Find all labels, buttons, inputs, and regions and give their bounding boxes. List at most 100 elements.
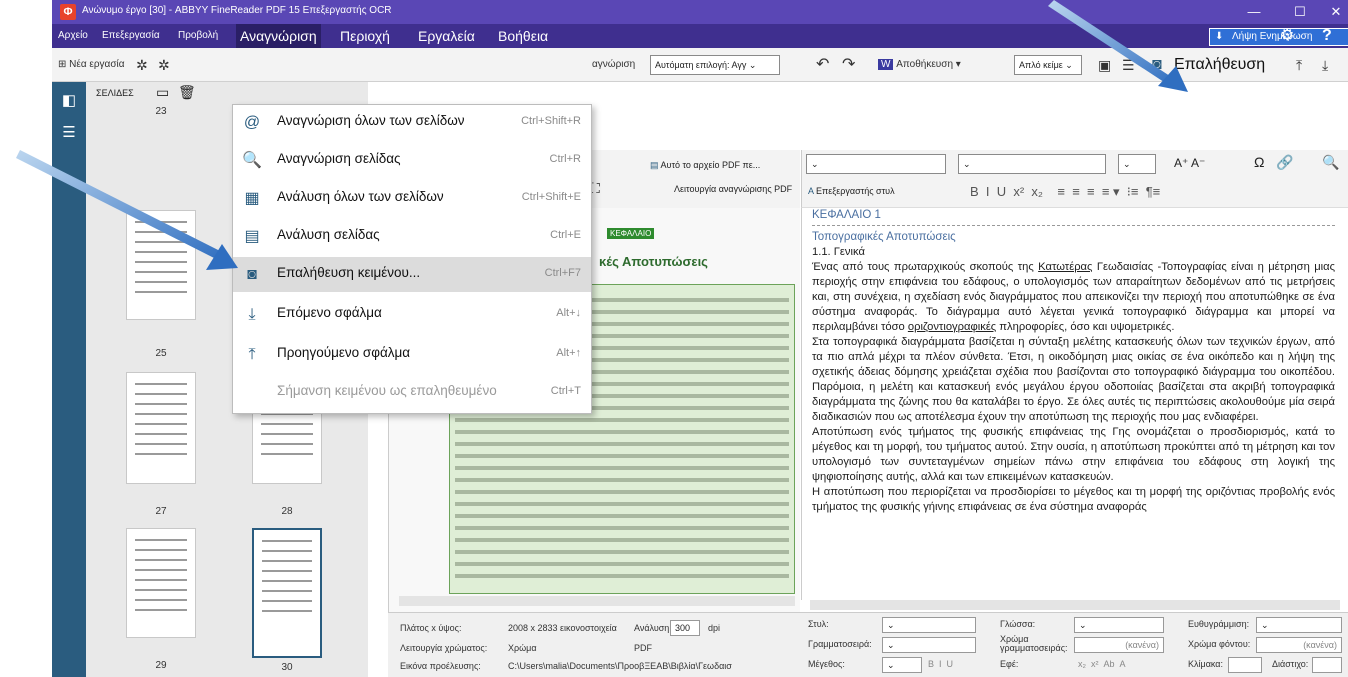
effects-buttons[interactable]: x₂ x² Ab A <box>1078 659 1126 669</box>
save-button[interactable]: W Αποθήκευση ▾ <box>878 55 961 75</box>
maximize-button[interactable]: ☐ <box>1286 2 1314 22</box>
scale-field[interactable] <box>1228 657 1262 673</box>
p1-underlined-2: οριζοντιογραφικές <box>907 321 997 333</box>
title-bar: Φ Ανώνυμο έργο [30] - ABBYY FineReader P… <box>52 0 1348 24</box>
image-hscrollbar[interactable] <box>399 596 795 606</box>
pdf-mode-button[interactable]: Λειτουργία αναγνώρισης PDF <box>674 184 792 194</box>
menu-area[interactable]: Περιοχή <box>340 24 390 48</box>
menu-item-previous-error[interactable]: ⤒ Προηγούμενο σφάλμα Alt+↑ <box>233 337 591 372</box>
style-editor-button[interactable]: A Επεξεργαστής στυλ <box>808 186 895 196</box>
language-field[interactable]: ⌄ <box>1074 617 1164 633</box>
next-error-icon[interactable]: ⤒ <box>1296 55 1302 75</box>
size-dropdown[interactable]: ⌄ <box>1118 154 1156 174</box>
to-pdf-button[interactable]: ▤ Αυτό το αρχείο PDF πε... <box>650 160 760 171</box>
menu-item-mark-verified[interactable]: Σήμανση κειμένου ως επαληθευμένο Ctrl+T <box>233 375 591 410</box>
resolution-label: Ανάλυση: <box>634 623 672 633</box>
settings-gear-icon[interactable]: ⚙ <box>1280 24 1294 48</box>
p1-underlined: Κατωτέρας <box>1038 261 1093 273</box>
pages-panel-icon[interactable]: ◧ <box>60 92 78 110</box>
page-number: 29 <box>155 660 167 671</box>
download-icon: ⬇ <box>1215 31 1224 42</box>
style-field[interactable]: ⌄ <box>882 617 976 633</box>
format-dropdown[interactable]: Απλό κείμε ⌄ <box>1014 55 1082 75</box>
language-dropdown[interactable]: Αυτόματη επιλογή: Αγγ ⌄ <box>650 55 780 75</box>
background-color-label: Χρώμα φόντου: <box>1188 639 1251 649</box>
menu-recognition[interactable]: Αναγνώριση <box>236 24 321 48</box>
menu-item-verify-text[interactable]: ◙ Επαλήθευση κειμένου... Ctrl+F7 <box>233 257 591 292</box>
menu-item-shortcut: Ctrl+F7 <box>544 267 581 279</box>
new-task-label: Νέα εργασία <box>69 59 125 70</box>
prev-error-icon[interactable]: ⤓ <box>1322 55 1328 75</box>
page-thumbnail[interactable] <box>126 528 196 638</box>
color-mode-value: Χρώμα <box>508 643 537 653</box>
menu-item-label: Ανάλυση σελίδας <box>277 227 380 242</box>
help-icon[interactable]: ? <box>1322 24 1332 48</box>
undo-icon[interactable]: ↶ <box>816 55 829 75</box>
menu-help[interactable]: Βοήθεια <box>498 24 548 48</box>
redo-icon[interactable]: ↷ <box>842 55 855 75</box>
format-value: Απλό κείμε <box>1019 60 1063 70</box>
paragraph-4: Η αποτύπωση που περιορίζεται να προσδιορ… <box>812 486 1335 513</box>
save-pages-icon[interactable]: ▭ <box>156 84 169 101</box>
link-icon[interactable]: 🔗 <box>1276 154 1293 171</box>
font-color-label: Χρώμα γραμματοσειράς: <box>1000 634 1068 653</box>
font-field[interactable]: ⌄ <box>882 637 976 653</box>
find-icon[interactable]: 🔍 <box>1322 154 1339 171</box>
image-view-icon[interactable]: ▣ <box>1098 55 1111 75</box>
next-error-icon: ⤓ <box>248 306 256 323</box>
alignment-field[interactable]: ⌄ <box>1256 617 1342 633</box>
previous-error-icon: ⤒ <box>248 346 256 363</box>
new-task-button[interactable]: ⊞ Νέα εργασία <box>58 55 125 75</box>
menu-item-recognize-page[interactable]: 🔍 Αναγνώριση σελίδας Ctrl+R <box>233 143 591 178</box>
page-thumbnail[interactable] <box>126 210 196 320</box>
chapter-tag: ΚΕΦΑΛΑΙΟ <box>607 228 655 239</box>
menu-item-next-error[interactable]: ⤓ Επόμενο σφάλμα Alt+↓ <box>233 297 591 332</box>
special-char-icon[interactable]: Ω <box>1254 154 1264 170</box>
minimize-button[interactable]: — <box>1240 2 1268 22</box>
menu-item-analyze-page[interactable]: ▤ Ανάλυση σελίδας Ctrl+E <box>233 219 591 254</box>
font-size-field[interactable]: ⌄ <box>882 657 922 673</box>
settings-icon[interactable]: ✲ <box>136 55 148 75</box>
menu-item-analyze-all[interactable]: ▦ Ανάλυση όλων των σελίδων Ctrl+Shift+E <box>233 181 591 216</box>
menu-file[interactable]: Αρχείο <box>58 24 88 48</box>
settings2-icon[interactable]: ✲ <box>158 55 170 75</box>
menu-edit[interactable]: Επεξεργασία <box>102 24 160 48</box>
analyze-all-icon: ▦ <box>244 190 260 207</box>
menu-tools[interactable]: Εργαλεία <box>418 24 475 48</box>
color-mode-label: Λειτουργία χρώματος: <box>400 643 488 653</box>
delete-icon[interactable]: 🗑 <box>178 84 196 101</box>
text-hscrollbar[interactable] <box>810 600 1340 610</box>
menu-item-recognize-all[interactable]: @ Αναγνώριση όλων των σελίδων Ctrl+Shift… <box>233 105 591 140</box>
pages-header: ΣΕΛΙΔΕΣ ▭ 🗑 <box>86 82 368 104</box>
background-color-field[interactable]: (κανένα) <box>1256 637 1342 653</box>
menu-item-shortcut: Ctrl+R <box>549 153 581 165</box>
verify-button[interactable]: Επαλήθευση <box>1174 55 1265 75</box>
page-thumbnail-selected[interactable] <box>252 528 322 658</box>
page-number: 23 <box>155 106 167 117</box>
recognize-button[interactable]: αγνώριση <box>592 55 635 75</box>
style-editor-icon: A <box>808 186 817 196</box>
text-editor-pane[interactable]: ΚΕΦΑΛΑΙΟ 1 Τοπογραφικές Αποτυπώσεις 1.1.… <box>801 208 1341 600</box>
spacing-field[interactable] <box>1312 657 1342 673</box>
format-toolbar: ⌄ ⌄ ⌄ A⁺ A⁻ Ω 🔗 🔍 A Επεξεργαστής στυλ B … <box>801 150 1348 208</box>
style-dropdown[interactable]: ⌄ <box>806 154 946 174</box>
page-thumbnail[interactable] <box>126 372 196 484</box>
style-editor-label: Επεξεργαστής στυλ <box>816 186 895 196</box>
close-button[interactable]: ✕ <box>1322 2 1348 22</box>
resolution-input[interactable]: 300 <box>670 620 700 636</box>
list-view-icon[interactable]: ☰ <box>60 124 78 142</box>
analyze-page-icon: ▤ <box>244 228 260 245</box>
recognize-all-icon: @ <box>243 114 261 131</box>
page-number: 25 <box>155 348 167 359</box>
size-label: Πλάτος x ύψος: <box>400 623 462 633</box>
menu-item-label: Σήμανση κειμένου ως επαληθευμένο <box>277 383 497 398</box>
format-buttons[interactable]: B I U x² x₂ ≡ ≡ ≡ ≡ ▾ ⁝≡ ¶≡ <box>970 184 1160 200</box>
menu-view[interactable]: Προβολή <box>178 24 218 48</box>
font-dropdown[interactable]: ⌄ <box>958 154 1106 174</box>
font-color-field[interactable]: (κανένα) <box>1074 637 1164 653</box>
font-grow-icon[interactable]: A⁺ A⁻ <box>1174 156 1205 170</box>
verify-icon[interactable]: ◙ <box>1152 55 1162 75</box>
text-view-icon[interactable]: ☰ <box>1122 55 1135 75</box>
resolution-unit: dpi <box>708 623 721 633</box>
bold-italic-underline[interactable]: B I U <box>928 659 953 669</box>
